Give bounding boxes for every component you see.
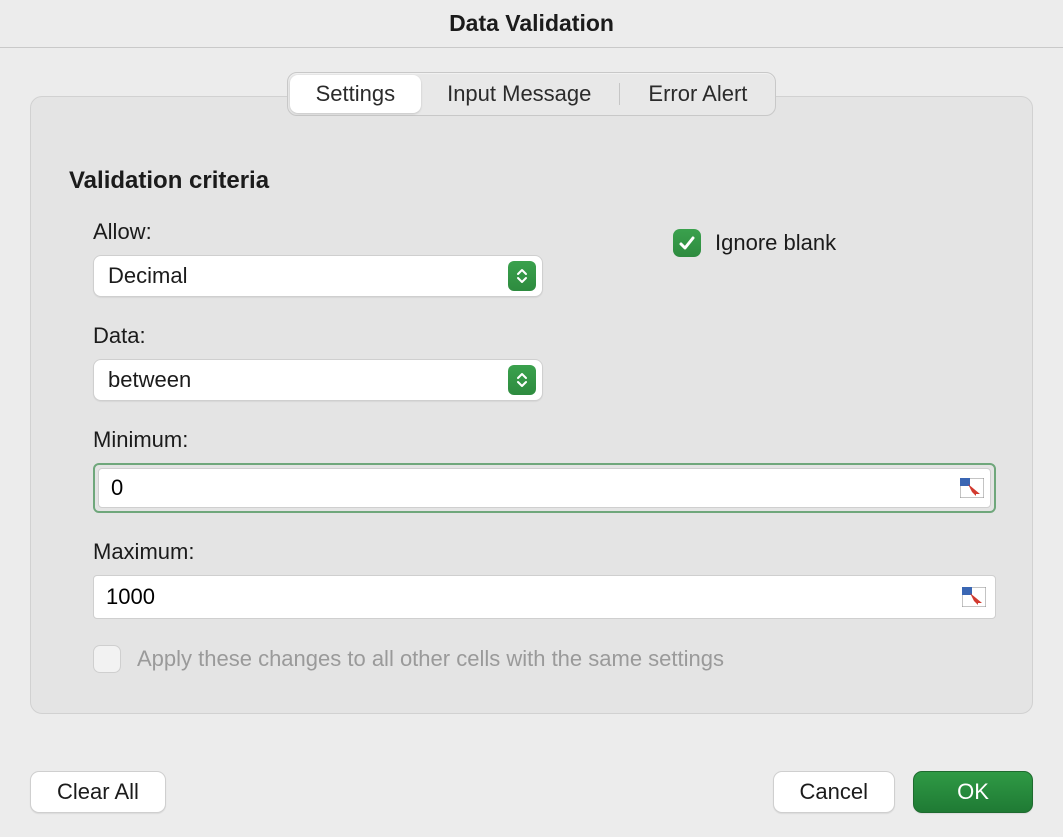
- tab-settings[interactable]: Settings: [290, 75, 422, 113]
- dialog-titlebar: Data Validation: [0, 0, 1063, 48]
- data-label: Data:: [93, 323, 996, 349]
- minimum-input-wrap: [93, 463, 996, 513]
- allow-select[interactable]: Decimal: [93, 255, 543, 297]
- range-picker-icon[interactable]: [962, 587, 986, 607]
- select-stepper-icon: [508, 365, 536, 395]
- clear-all-button[interactable]: Clear All: [30, 771, 166, 813]
- ok-button[interactable]: OK: [913, 771, 1033, 813]
- ignore-blank-label: Ignore blank: [715, 230, 836, 256]
- checkmark-icon: [673, 229, 701, 257]
- settings-panel: Validation criteria Allow: Decimal Ignor…: [30, 96, 1033, 714]
- data-select-value: between: [108, 367, 191, 393]
- apply-all-checkbox: Apply these changes to all other cells w…: [93, 645, 996, 673]
- data-select[interactable]: between: [93, 359, 543, 401]
- minimum-label: Minimum:: [93, 427, 996, 453]
- minimum-input[interactable]: [98, 468, 991, 508]
- ignore-blank-checkbox[interactable]: Ignore blank: [673, 229, 836, 257]
- maximum-input[interactable]: [93, 575, 996, 619]
- tab-input-message[interactable]: Input Message: [421, 75, 617, 113]
- tab-bar: Settings Input Message Error Alert: [0, 72, 1063, 116]
- cancel-button[interactable]: Cancel: [773, 771, 895, 813]
- select-stepper-icon: [508, 261, 536, 291]
- allow-label: Allow:: [93, 219, 996, 245]
- dialog-footer: Clear All Cancel OK: [0, 771, 1063, 813]
- tab-error-alert[interactable]: Error Alert: [622, 75, 773, 113]
- maximum-input-wrap: [93, 575, 996, 619]
- checkbox-empty-icon: [93, 645, 121, 673]
- tab-separator: [619, 83, 620, 105]
- maximum-label: Maximum:: [93, 539, 996, 565]
- dialog-title: Data Validation: [449, 10, 614, 37]
- allow-select-value: Decimal: [108, 263, 187, 289]
- apply-all-label: Apply these changes to all other cells w…: [137, 646, 724, 672]
- range-picker-icon[interactable]: [960, 478, 984, 498]
- tab-group: Settings Input Message Error Alert: [287, 72, 777, 116]
- validation-criteria-heading: Validation criteria: [69, 167, 996, 195]
- form-body: Allow: Decimal Ignore blank Data: betwee…: [67, 219, 996, 673]
